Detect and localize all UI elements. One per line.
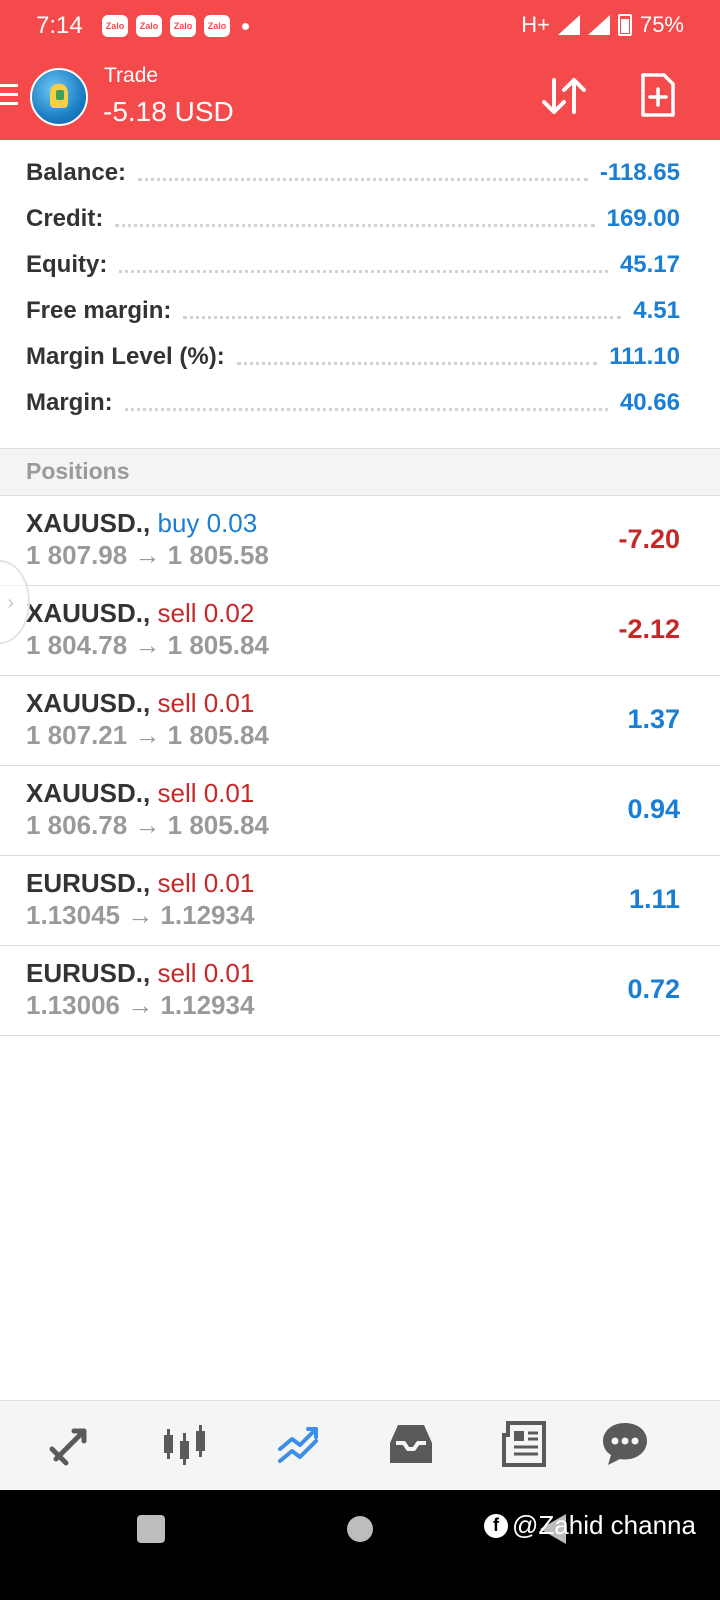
summary-value: 111.10 [609,343,680,370]
dotted-leader [236,361,598,365]
battery-icon [617,14,632,36]
watermark-text: @Zahid channa [512,1510,696,1540]
position-prices: 1 806.78 → 1 805.84 [26,810,269,840]
summary-label: Credit: [26,205,104,232]
summary-value: 40.66 [619,389,680,416]
history-icon[interactable] [386,1419,436,1469]
position-symbol: XAUUSD., [26,598,151,628]
zalo-icon: Zalo [170,15,196,37]
account-summary: Balance: -118.65 Credit: 169.00 Equity: … [0,150,720,426]
metatrader-logo-icon [30,68,88,126]
page-title: Trade [104,64,159,87]
position-profit: 1.11 [628,884,680,914]
summary-row-margin-level: Margin Level (%): 111.10 [0,334,720,380]
position-profit: 0.72 [627,974,680,1004]
summary-label: Equity: [26,251,108,278]
positions-list: XAUUSD., buy 0.03 1 807.98 → 1 805.58 -7… [0,496,720,1036]
dotted-leader [183,315,622,319]
summary-value: 4.51 [633,297,680,324]
chevron-right-icon: › [7,592,14,614]
summary-row-credit: Credit: 169.00 [0,196,720,242]
battery-level: 75% [639,12,684,37]
chart-icon[interactable] [160,1419,210,1469]
dotted-leader [138,177,588,181]
watermark: f @Zahid channa [484,1510,696,1541]
position-prices: 1.13045 → 1.12934 [26,900,255,930]
summary-label: Free margin: [26,297,172,324]
position-profit: -2.12 [618,614,680,644]
position-side: sell 0.01 [157,688,255,718]
position-symbol: EURUSD., [26,868,151,898]
position-row[interactable]: XAUUSD., sell 0.01 1 807.21 → 1 805.84 1… [0,676,720,766]
position-profit: 0.94 [627,794,680,824]
status-bar: 7:14 Zalo Zalo Zalo Zalo H+ 75% [0,0,720,52]
new-order-icon[interactable] [640,72,676,118]
app-bar: Trade -5.18 USD [0,52,720,140]
zalo-icon: Zalo [136,15,162,37]
zalo-icon: Zalo [102,15,128,37]
position-symbol: EURUSD., [26,958,151,988]
summary-label: Margin Level (%): [26,343,225,370]
status-indicators: H+ 75% [521,12,684,38]
position-prices: 1 804.78 → 1 805.84 [26,630,269,660]
section-title: Positions [26,458,130,484]
summary-label: Margin: [26,389,113,416]
dotted-leader [124,407,608,411]
summary-row-equity: Equity: 45.17 [0,242,720,288]
dotted-leader [115,223,595,227]
total-profit: -5.18 USD [103,96,234,127]
position-side: sell 0.02 [157,598,255,628]
sort-icon[interactable] [540,74,588,118]
summary-row-balance: Balance: -118.65 [0,150,720,196]
quotes-icon[interactable] [46,1419,96,1469]
dotted-leader [119,269,608,273]
summary-label: Balance: [26,159,127,186]
network-type: H+ [521,12,550,37]
position-prices: 1 807.21 → 1 805.84 [26,720,269,750]
menu-icon[interactable] [0,84,18,108]
position-symbol: XAUUSD., [26,778,151,808]
summary-value: 169.00 [606,205,680,232]
bottom-navigation [0,1400,720,1490]
summary-row-free-margin: Free margin: 4.51 [0,288,720,334]
position-profit: 1.37 [627,704,680,734]
recent-apps-icon[interactable] [137,1515,165,1543]
system-navigation-bar: f @Zahid channa [0,1490,720,1600]
position-symbol: XAUUSD., [26,688,151,718]
position-symbol: XAUUSD., [26,508,151,538]
news-icon[interactable] [498,1419,548,1469]
more-notifications-dot-icon [242,22,249,30]
zalo-icon: Zalo [204,15,230,37]
trade-icon[interactable] [274,1419,324,1469]
position-row[interactable]: EURUSD., sell 0.01 1.13045 → 1.12934 1.1… [0,856,720,946]
position-side: buy 0.03 [157,508,258,538]
position-row[interactable]: XAUUSD., sell 0.02 1 804.78 → 1 805.84 -… [0,586,720,676]
position-side: sell 0.01 [157,958,255,988]
positions-header: Positions [0,448,720,496]
position-side: sell 0.01 [157,868,255,898]
status-time: 7:14 [36,12,83,39]
position-row[interactable]: EURUSD., sell 0.01 1.13006 → 1.12934 0.7… [0,946,720,1036]
position-side: sell 0.01 [157,778,255,808]
facebook-icon: f [484,1513,508,1538]
home-icon[interactable] [347,1516,373,1542]
notification-icons: Zalo Zalo Zalo Zalo [102,15,249,37]
chat-icon[interactable] [600,1419,650,1469]
summary-value: 45.17 [619,251,680,278]
summary-value: -118.65 [599,159,680,186]
position-row[interactable]: XAUUSD., buy 0.03 1 807.98 → 1 805.58 -7… [0,496,720,586]
signal-icon [587,15,610,35]
position-profit: -7.20 [618,524,680,554]
position-prices: 1.13006 → 1.12934 [26,990,255,1020]
signal-icon [557,15,580,35]
position-row[interactable]: XAUUSD., sell 0.01 1 806.78 → 1 805.84 0… [0,766,720,856]
summary-row-margin: Margin: 40.66 [0,380,720,426]
position-prices: 1 807.98 → 1 805.58 [26,540,269,570]
